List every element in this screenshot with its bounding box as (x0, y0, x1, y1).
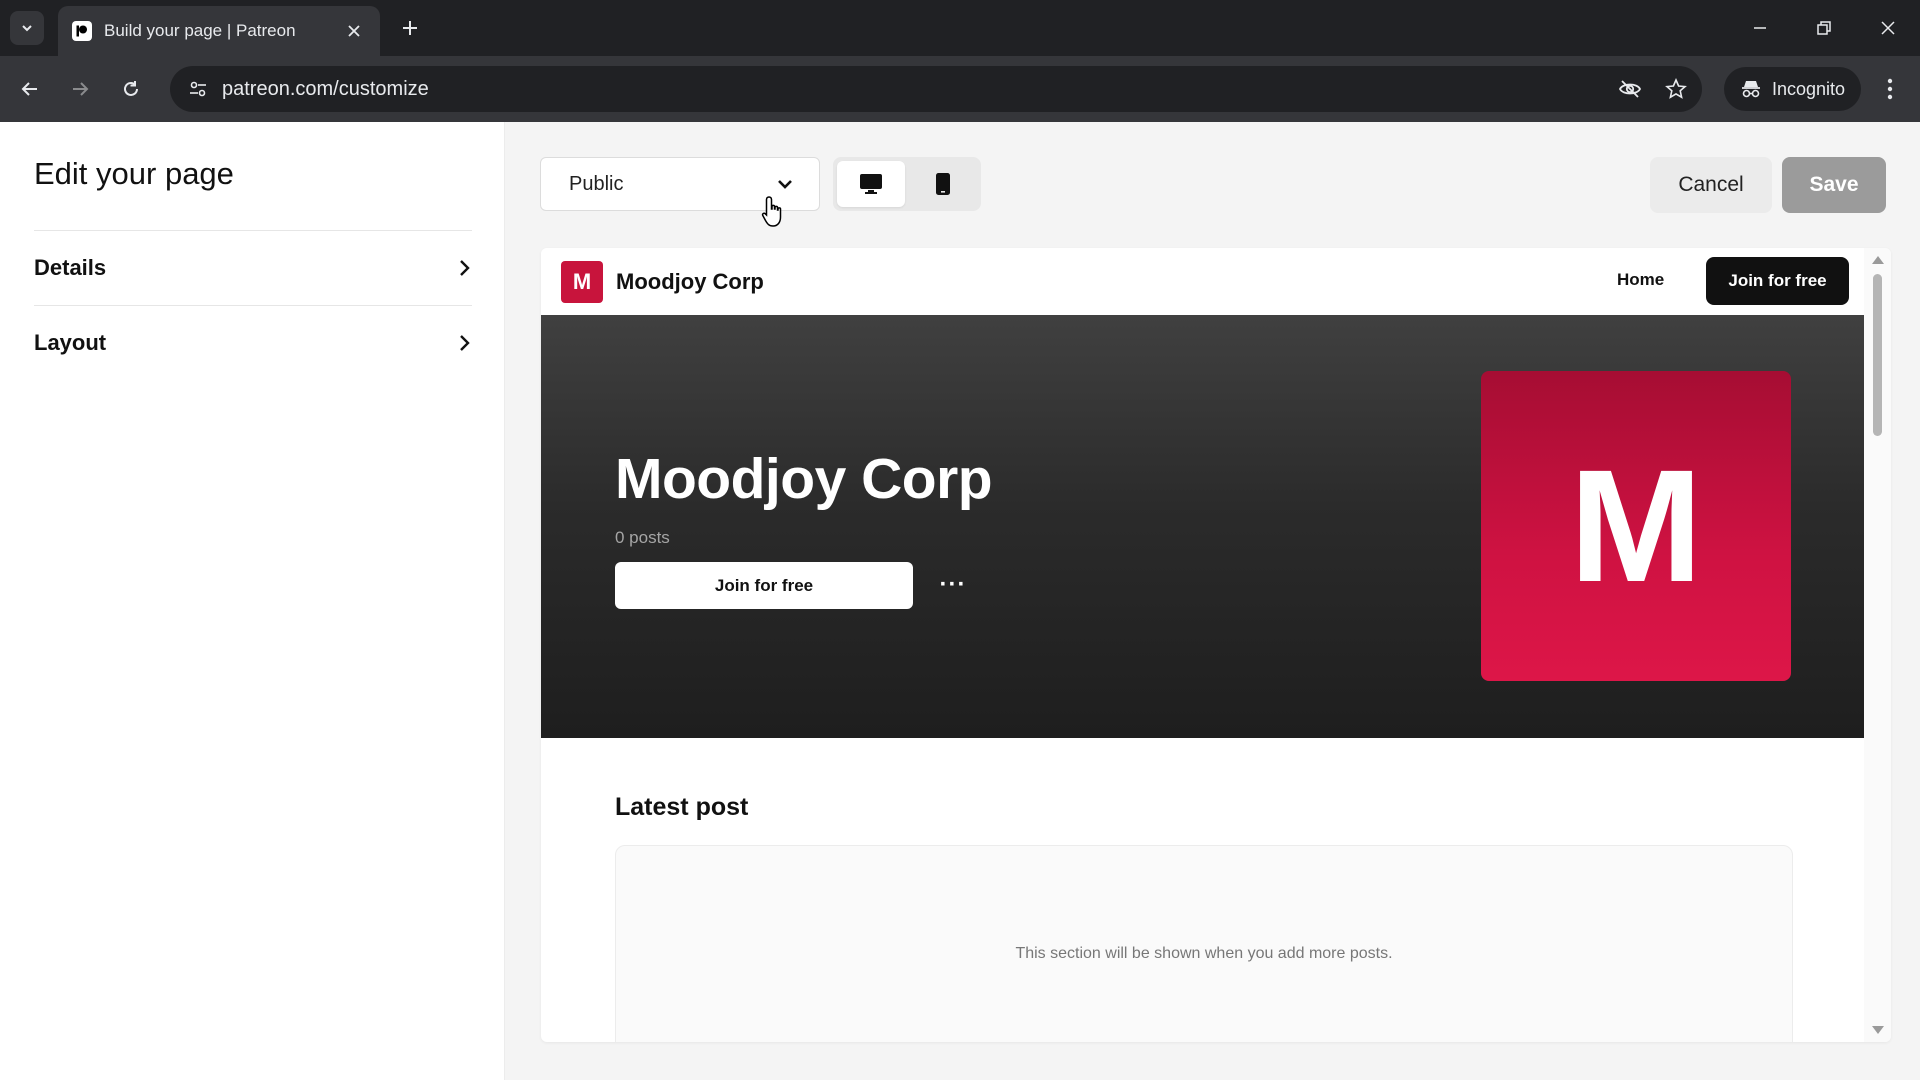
creator-avatar: M (1481, 371, 1791, 681)
cancel-button[interactable]: Cancel (1650, 157, 1772, 213)
browser-tab[interactable]: Build your page | Patreon (58, 6, 380, 56)
reload-button[interactable] (113, 71, 149, 107)
star-bookmark-icon[interactable] (1660, 73, 1692, 105)
nav-home-link[interactable]: Home (1617, 270, 1664, 290)
visibility-value: Public (569, 172, 624, 195)
back-button[interactable] (12, 71, 48, 107)
preview-area: Public Cancel Save M Moodjoy Corp Home J… (505, 122, 1920, 1080)
browser-menu-button[interactable] (1872, 71, 1908, 107)
page-preview: M Moodjoy Corp Home Join for free Moodjo… (541, 248, 1891, 1042)
preview-navbar: M Moodjoy Corp Home Join for free (541, 248, 1864, 315)
scroll-down-arrow-icon[interactable] (1872, 1026, 1884, 1034)
minimize-icon (1754, 27, 1766, 29)
tab-close-icon[interactable] (342, 19, 366, 43)
creator-logo[interactable]: M (561, 261, 603, 303)
tab-search-button[interactable] (10, 11, 44, 45)
close-icon (1881, 21, 1895, 35)
tab-title: Build your page | Patreon (104, 21, 296, 40)
mobile-view-button[interactable] (909, 161, 977, 207)
address-bar[interactable]: patreon.com/customize (170, 66, 1702, 112)
editor-item-label: Layout (34, 330, 107, 355)
editor-item-details[interactable]: Details (34, 231, 472, 305)
close-window-button[interactable] (1868, 8, 1908, 48)
posts-count: 0 posts (615, 528, 670, 547)
eye-off-icon[interactable] (1614, 73, 1646, 105)
restore-window-button[interactable] (1804, 8, 1844, 48)
editor-title: Edit your page (34, 156, 234, 191)
editor-item-label: Details (34, 255, 107, 280)
arrow-right-icon (73, 82, 89, 96)
hero-join-button[interactable]: Join for free (615, 562, 913, 609)
more-vertical-icon (1887, 78, 1893, 100)
browser-tabbar: Build your page | Patreon (0, 0, 1920, 56)
chevron-right-icon (460, 260, 470, 276)
plus-icon (403, 21, 417, 35)
chevron-down-icon (778, 180, 792, 189)
restore-icon (1817, 21, 1831, 35)
desktop-icon (860, 174, 882, 194)
incognito-label: Incognito (1772, 78, 1846, 99)
preview-scrollbar[interactable] (1864, 248, 1891, 1042)
chevron-down-icon (22, 25, 32, 32)
hero-title: Moodjoy Corp (615, 447, 993, 511)
browser-toolbar: patreon.com/customize Incognito (0, 56, 1920, 122)
forward-button[interactable] (62, 71, 98, 107)
editor-item-layout[interactable]: Layout (34, 306, 472, 380)
nav-join-button[interactable]: Join for free (1706, 257, 1849, 305)
mobile-icon (936, 173, 950, 195)
chevron-right-icon (460, 335, 470, 351)
editor-sidebar: Edit your page Details Layout (0, 122, 505, 1080)
latest-post-title: Latest post (615, 793, 749, 821)
site-settings-icon[interactable] (184, 75, 212, 103)
desktop-view-button[interactable] (837, 161, 905, 207)
reload-icon (124, 81, 138, 96)
scrollbar-thumb[interactable] (1873, 274, 1882, 436)
save-button[interactable]: Save (1782, 157, 1886, 213)
minimize-window-button[interactable] (1740, 8, 1780, 48)
new-tab-button[interactable] (396, 14, 424, 42)
device-toggle (833, 157, 981, 211)
hand-pointer-cursor-icon (761, 196, 782, 227)
hero-banner: Moodjoy Corp 0 posts Join for free ··· M (541, 315, 1864, 738)
url-text: patreon.com/customize (222, 77, 429, 100)
creator-name[interactable]: Moodjoy Corp (616, 269, 764, 295)
more-options-button[interactable]: ··· (933, 569, 973, 601)
latest-post-empty-text: This section will be shown when you add … (1015, 945, 1393, 962)
arrow-left-icon (21, 82, 37, 96)
incognito-indicator[interactable]: Incognito (1724, 67, 1862, 111)
scroll-up-arrow-icon[interactable] (1872, 256, 1884, 264)
patreon-favicon-icon (72, 21, 92, 41)
incognito-icon (1742, 81, 1760, 98)
latest-post-card: This section will be shown when you add … (615, 845, 1793, 1042)
